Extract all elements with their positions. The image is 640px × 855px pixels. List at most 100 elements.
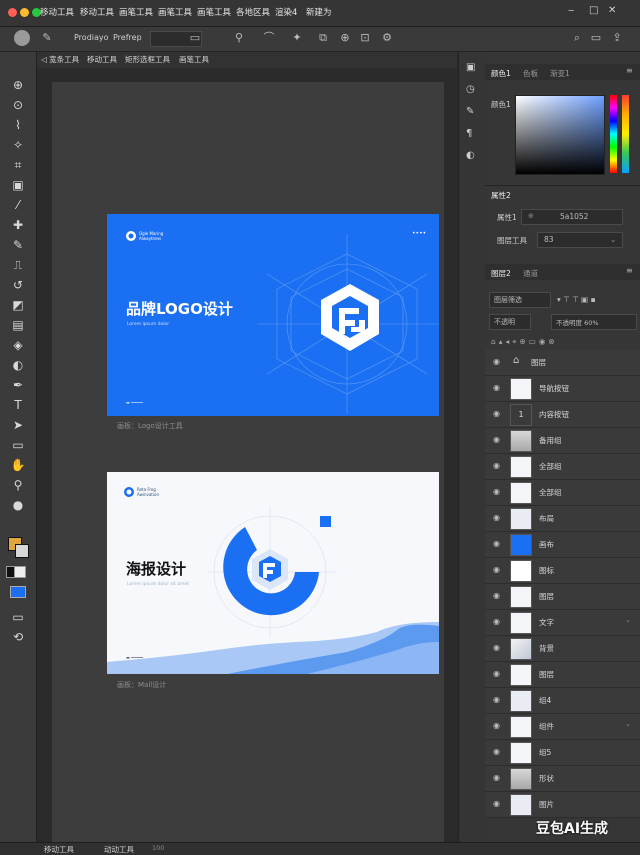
frame-tool-icon[interactable]: ▣ [9, 176, 27, 194]
pressure-icon[interactable]: ⊕ [338, 31, 352, 45]
layer-visibility-icon[interactable]: ◉ [493, 539, 500, 548]
layer-visibility-icon[interactable]: ◉ [493, 643, 500, 652]
layer-row[interactable]: ◉ 图片 [485, 792, 640, 818]
artboard-brand-logo[interactable]: Ogle Maring Alwaytrens •••• 品牌LOGO设计 Lor… [107, 214, 439, 416]
tab-layers[interactable]: 图层2 [491, 268, 511, 279]
brush-icon[interactable]: ✎ [40, 31, 54, 45]
info-panel-icon[interactable]: ◷ [466, 84, 475, 95]
layer-visibility-icon[interactable]: ◉ [493, 669, 500, 678]
color-picker-field[interactable] [515, 95, 605, 175]
background-color-swatch[interactable] [15, 544, 29, 558]
type-tool-icon[interactable]: T [9, 396, 27, 414]
edit-toolbar-icon[interactable]: ⟲ [9, 628, 27, 646]
menu-item-brush[interactable]: 画笔工具 [119, 6, 153, 18]
layer-row[interactable]: ◉ 画布 [485, 532, 640, 558]
flow-icon[interactable]: ⌒ [262, 31, 276, 45]
layer-visibility-icon[interactable]: ◉ [493, 773, 500, 782]
swap-colors-icon[interactable] [14, 566, 26, 578]
tab-gradient[interactable]: 渐变1 [550, 68, 570, 79]
artboard2-caption[interactable]: 画板：Mall设计 [117, 680, 166, 690]
layers-menu-icon[interactable]: ≡ [626, 266, 633, 275]
close-window-icon[interactable] [8, 8, 17, 17]
adjust-panel-icon[interactable]: ◐ [466, 150, 475, 161]
stamp-tool-icon[interactable]: ⎍ [9, 256, 27, 274]
prop-row2-field[interactable]: 83 ⌄ [537, 232, 623, 248]
menu-item-brush-3[interactable]: 画笔工具 [197, 6, 231, 18]
blur-tool-icon[interactable]: ◈ [9, 336, 27, 354]
brush-tool-icon[interactable]: ✎ [9, 236, 27, 254]
minimize-icon[interactable]: ‒ [568, 5, 574, 16]
layer-group-row[interactable]: ◉ ⌂ 图层 [485, 350, 640, 376]
layer-visibility-icon[interactable]: ◉ [493, 799, 500, 808]
character-panel-icon[interactable]: ¶ [466, 128, 472, 139]
opacity-field[interactable]: 不透明度 60% [551, 314, 637, 330]
shape-tool-icon[interactable]: ▭ [9, 436, 27, 454]
layer-row[interactable]: ◉ 全部组 [485, 454, 640, 480]
minimize-window-icon[interactable] [20, 8, 29, 17]
menu-item-render[interactable]: 渲染4 [275, 6, 297, 18]
tab-marquee-tool[interactable]: 矩形选框工具 [125, 54, 170, 65]
tab-move-tool[interactable]: 移动工具 [87, 54, 117, 65]
layer-row[interactable]: ◉ 组4 [485, 688, 640, 714]
layer-row[interactable]: ◉ 图标 [485, 558, 640, 584]
layer-row[interactable]: ◉ 导航按钮 [485, 376, 640, 402]
eraser-tool-icon[interactable]: ◩ [9, 296, 27, 314]
tool-preset-icon[interactable] [14, 30, 30, 46]
history-panel-icon[interactable]: ▣ [466, 62, 475, 73]
layer-visibility-icon[interactable]: ◉ [493, 383, 500, 392]
layer-row[interactable]: ◉ 布局 [485, 506, 640, 532]
zoom-tool-icon[interactable]: ⚲ [9, 476, 27, 494]
lasso-tool-icon[interactable]: ⌇ [9, 116, 27, 134]
path-select-icon[interactable]: ➤ [9, 416, 27, 434]
alpha-slider[interactable] [622, 95, 629, 173]
maximize-icon[interactable]: □ [589, 5, 598, 16]
gradient-tool-icon[interactable]: ▤ [9, 316, 27, 334]
move-tool-icon[interactable]: ⊕ [9, 76, 27, 94]
symmetry-icon[interactable]: ⧉ [316, 31, 330, 45]
angle-icon[interactable]: ⊡ [358, 31, 372, 45]
layer-row[interactable]: ◉ 背景 [485, 636, 640, 662]
layer-row[interactable]: ◉ 组5 [485, 740, 640, 766]
options-dropdown-icon[interactable]: ▭ [188, 31, 202, 45]
workspace-icon[interactable]: ▭ [589, 31, 603, 45]
layer-row[interactable]: ◉ 1 内容按钮 [485, 402, 640, 428]
pen-tool-icon[interactable]: ✒ [9, 376, 27, 394]
layer-visibility-icon[interactable]: ◉ [493, 409, 500, 418]
search-icon[interactable]: ⌕ [570, 31, 584, 45]
tab-color[interactable]: 颜色1 [491, 68, 511, 79]
artboard-tool-icon[interactable]: ⊙ [9, 96, 27, 114]
brush-panel-icon[interactable]: ✎ [466, 106, 474, 117]
layer-visibility-icon[interactable]: ◉ [493, 435, 500, 444]
layer-filter-select[interactable]: 图层筛选 [489, 292, 551, 308]
expand-chevron-icon[interactable]: ⌄ [625, 616, 631, 624]
crop-tool-icon[interactable]: ⌗ [9, 156, 27, 174]
menu-item-move-2[interactable]: 移动工具 [80, 6, 114, 18]
blend-mode-select[interactable]: 不透明 [489, 314, 531, 330]
hand-tool-icon[interactable]: ✋ [9, 456, 27, 474]
menu-item-new[interactable]: 新建为 [306, 6, 332, 18]
healing-brush-icon[interactable]: ✚ [9, 216, 27, 234]
quick-select-icon[interactable]: ✧ [9, 136, 27, 154]
share-icon[interactable]: ⇪ [610, 31, 624, 45]
more-tools-icon[interactable]: ● [9, 496, 27, 514]
settings-icon[interactable]: ⚙ [380, 31, 394, 45]
layer-row[interactable]: ◉ 文字 ⌄ [485, 610, 640, 636]
layer-visibility-icon[interactable]: ◉ [493, 747, 500, 756]
layer-row[interactable]: ◉ 图层 [485, 584, 640, 610]
hue-slider[interactable] [610, 95, 617, 173]
menu-item-brush-2[interactable]: 画笔工具 [158, 6, 192, 18]
tab-channels[interactable]: 通道 [523, 268, 538, 279]
layer-visibility-icon[interactable]: ◉ [493, 487, 500, 496]
screen-mode-icon[interactable]: ▭ [9, 608, 27, 626]
panel-menu-icon[interactable]: ≡ [626, 66, 633, 75]
airbrush-icon[interactable]: ⚲ [232, 31, 246, 45]
layer-row[interactable]: ◉ 组件 ⌄ [485, 714, 640, 740]
layer-row[interactable]: ◉ 全部组 [485, 480, 640, 506]
layer-row[interactable]: ◉ 备用组 [485, 428, 640, 454]
quick-mask-icon[interactable] [10, 586, 26, 598]
status-zoom-text[interactable]: 100 [152, 844, 164, 852]
close-icon[interactable]: ✕ [608, 5, 616, 16]
layer-visibility-icon[interactable]: ◉ [493, 591, 500, 600]
layer-visibility-icon[interactable]: ◉ [493, 695, 500, 704]
layer-visibility-icon[interactable]: ◉ [493, 721, 500, 730]
